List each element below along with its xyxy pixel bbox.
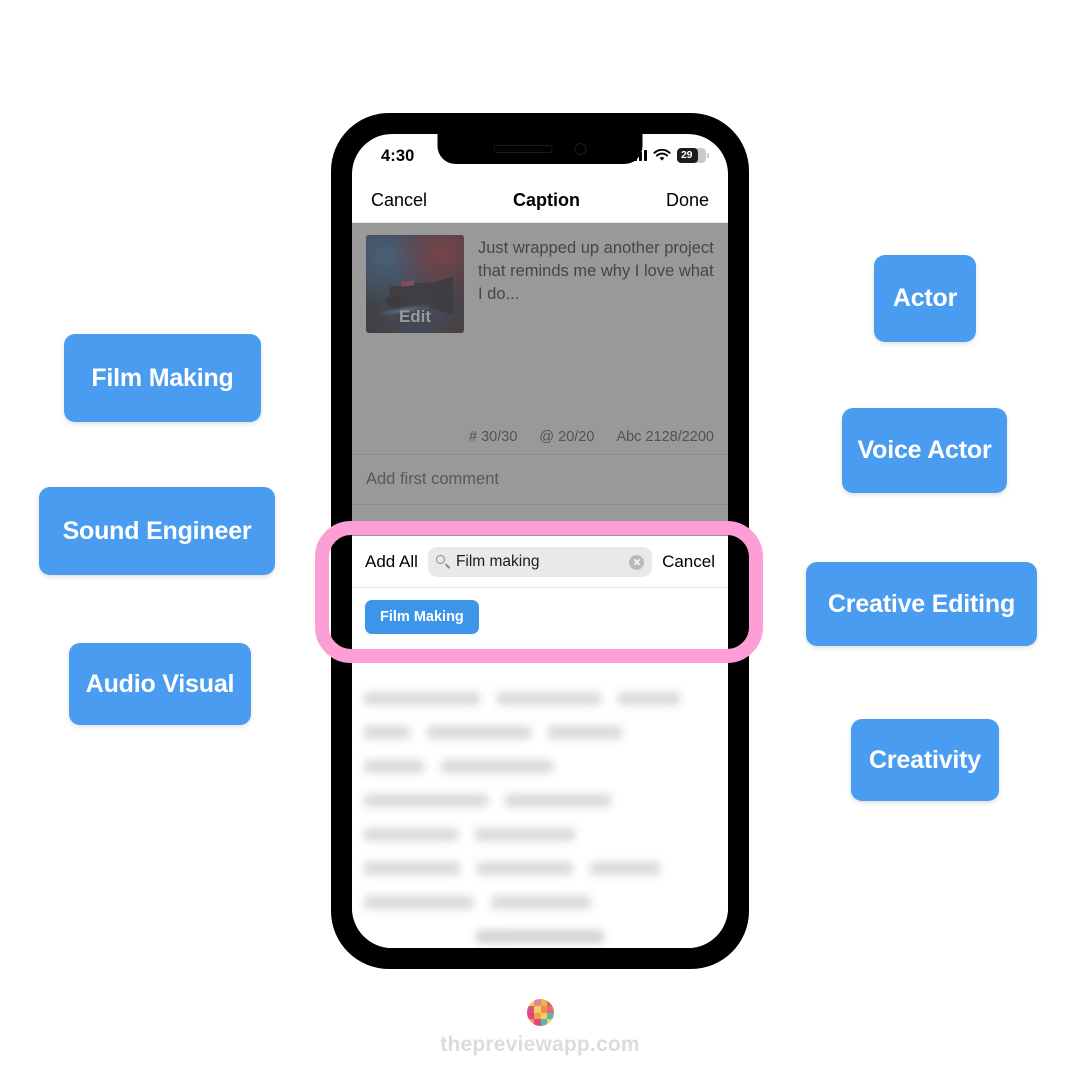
callout-label-text: Film Making <box>91 363 234 392</box>
callout-label-text: Creativity <box>869 745 981 774</box>
suggestion-row <box>364 896 716 909</box>
suggestion-item <box>364 794 488 807</box>
clear-icon[interactable] <box>629 554 645 570</box>
search-icon <box>435 555 450 569</box>
battery-percent: 29 <box>681 149 693 162</box>
callout-label-text: Voice Actor <box>857 436 992 464</box>
suggestion-item <box>618 692 680 705</box>
suggestion-item <box>364 896 474 909</box>
media-thumbnail[interactable]: Edit <box>366 235 464 333</box>
callout-label: Voice Actor <box>842 408 1007 493</box>
blurred-hashtag-suggestions <box>352 692 728 943</box>
camera-lens-shape <box>385 294 401 307</box>
suggestion-item <box>364 828 458 841</box>
cancel-button[interactable]: Cancel <box>371 190 427 211</box>
logo-cell <box>547 1005 554 1013</box>
sheet-cancel-button[interactable]: Cancel <box>662 552 715 572</box>
suggestion-item <box>427 726 531 739</box>
composer-counters: # 30/30 @ 20/20 Abc 2128/2200 <box>352 429 728 455</box>
search-results: Film Making <box>352 588 728 646</box>
suggestion-item <box>548 726 622 739</box>
logo-cell <box>527 1019 534 1026</box>
callout-label: Sound Engineer <box>39 487 275 575</box>
suggestion-row <box>364 930 716 943</box>
logo-cell <box>540 999 548 1006</box>
edit-label[interactable]: Edit <box>366 307 464 327</box>
status-time: 4:30 <box>381 147 415 165</box>
callout-label-text: Actor <box>892 284 958 312</box>
caption-row: Edit Just wrapped up another project tha… <box>352 223 728 343</box>
suggestion-row <box>364 828 716 841</box>
suggestion-row <box>364 760 716 773</box>
suggestion-item <box>491 896 591 909</box>
suggestion-row <box>364 862 716 875</box>
logo-cell <box>540 1012 548 1020</box>
logo-cell <box>540 1019 548 1026</box>
caption-nav-bar: Cancel Caption Done <box>352 178 728 223</box>
phone-screen: 4:30 29 Cancel Caption Done Edit Just wr… <box>352 134 728 948</box>
suggestion-item <box>364 862 460 875</box>
suggestion-item <box>475 828 575 841</box>
mention-counter: @ 20/20 <box>539 429 595 445</box>
hashtag-counter: # 30/30 <box>469 429 518 445</box>
front-camera-icon <box>574 143 587 155</box>
logo-cell <box>527 999 534 1006</box>
suggestion-row <box>364 726 716 739</box>
logo-cell <box>533 1012 541 1020</box>
callout-label: Audio Visual <box>69 643 251 725</box>
callout-label: Creative Editing <box>806 562 1037 646</box>
logo-cell <box>540 1005 548 1013</box>
watermark-text: thepreviewapp.com <box>440 1033 640 1056</box>
suggestion-item <box>441 760 553 773</box>
suggestion-item <box>364 692 480 705</box>
phone-mockup: 4:30 29 Cancel Caption Done Edit Just wr… <box>331 113 749 969</box>
wifi-icon <box>653 148 671 161</box>
logo-cell <box>533 999 541 1006</box>
suggestion-item <box>476 930 604 943</box>
suggestion-item <box>477 862 573 875</box>
character-counter: Abc 2128/2200 <box>616 429 714 445</box>
result-chip[interactable]: Film Making <box>365 600 479 634</box>
suggestion-row <box>364 794 716 807</box>
hashtag-search-bar: Add All Film making Cancel <box>352 536 728 588</box>
composer-spacer <box>352 343 728 429</box>
suggestion-item <box>364 760 424 773</box>
callout-label: Film Making <box>64 334 261 422</box>
logo-cell <box>533 1005 541 1013</box>
preview-app-logo <box>527 999 554 1026</box>
callout-label: Actor <box>874 255 976 342</box>
search-input-value: Film making <box>455 553 540 570</box>
suggestion-item <box>364 726 410 739</box>
done-button[interactable]: Done <box>666 190 709 211</box>
hashtag-search-sheet: Add All Film making Cancel Film Making <box>352 536 728 948</box>
logo-cell <box>527 1005 534 1013</box>
callout-label-text: Audio Visual <box>85 669 235 698</box>
caption-composer: Edit Just wrapped up another project tha… <box>352 223 728 541</box>
callout-label-text: Sound Engineer <box>62 516 252 545</box>
search-input[interactable]: Film making <box>427 547 653 577</box>
callout-label: Creativity <box>851 719 999 801</box>
caption-text[interactable]: Just wrapped up another project that rem… <box>478 235 714 333</box>
suggestion-item <box>497 692 601 705</box>
logo-cell <box>547 1012 554 1020</box>
logo-cell <box>533 1019 541 1026</box>
callout-label-text: Creative Editing <box>827 589 1016 618</box>
logo-cell <box>527 1012 534 1020</box>
suggestion-row <box>364 692 716 705</box>
earpiece-speaker <box>493 145 553 153</box>
suggestion-item <box>590 862 660 875</box>
page-title: Caption <box>513 189 580 210</box>
battery-icon: 29 <box>677 148 709 163</box>
logo-cell <box>547 999 554 1006</box>
phone-notch <box>437 134 643 164</box>
suggestion-item <box>505 794 611 807</box>
logo-cell <box>547 1019 554 1026</box>
first-comment-field[interactable]: Add first comment <box>352 455 728 505</box>
add-all-button[interactable]: Add All <box>365 552 418 572</box>
